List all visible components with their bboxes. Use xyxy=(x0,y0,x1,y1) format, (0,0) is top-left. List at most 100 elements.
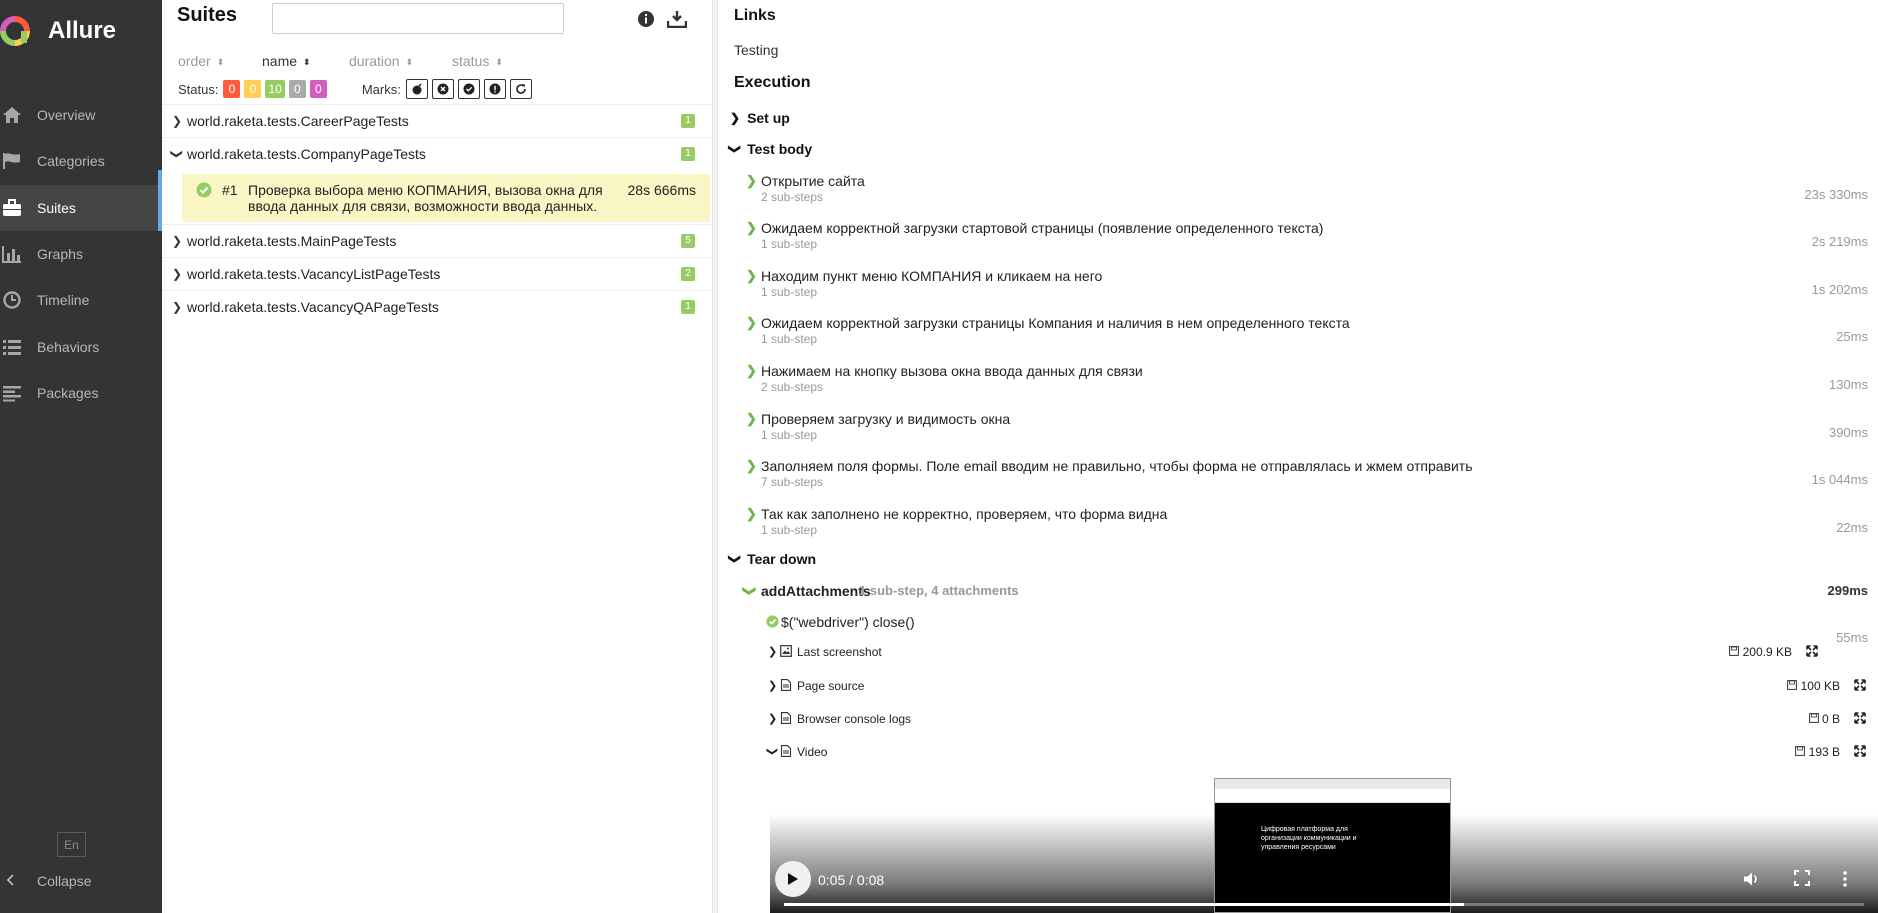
new-broken-mark-toggle[interactable] xyxy=(483,79,506,99)
more-options-icon[interactable] xyxy=(1842,870,1848,891)
sidebar-item-packages[interactable]: Packages xyxy=(0,370,162,416)
passed-count-badge: 1 xyxy=(681,114,695,128)
marks-filter-label: Marks: xyxy=(361,81,401,97)
sort-status-button[interactable]: status ⬍ xyxy=(452,53,503,69)
bar-chart-icon xyxy=(0,242,24,266)
list-icon xyxy=(0,335,24,359)
sorters-row: order ⬍ name ⬍ duration ⬍ status ⬍ xyxy=(162,53,712,71)
links-heading: Links xyxy=(734,7,776,24)
attachment-row[interactable]: ❯ Last screenshot 200.9 KB xyxy=(768,642,1868,662)
sidebar-item-timeline[interactable]: Timeline xyxy=(0,277,162,323)
substep-row[interactable]: $("webdriver") close() 55ms xyxy=(766,613,1868,645)
file-icon xyxy=(780,712,792,727)
status-failed-toggle[interactable]: 0 xyxy=(223,80,241,98)
status-skipped-toggle[interactable]: 0 xyxy=(288,80,306,98)
teardown-step-meta: 1 sub-step, 4 attachments xyxy=(859,583,1019,598)
step-row[interactable]: ❯ Заполняем поля формы. Поле email вводи… xyxy=(746,457,1868,503)
expand-icon[interactable] xyxy=(1854,679,1866,694)
sidebar-item-graphs[interactable]: Graphs xyxy=(0,231,162,277)
sidebar-item-behaviors[interactable]: Behaviors xyxy=(0,323,162,369)
sort-order-button[interactable]: order ⬍ xyxy=(178,53,224,69)
brand[interactable]: Allure xyxy=(0,0,162,62)
step-title: Так как заполнено не корректно, проверяе… xyxy=(761,506,1168,522)
attachment-name: Page source xyxy=(797,679,865,693)
home-icon xyxy=(0,103,24,127)
expand-icon[interactable] xyxy=(1806,645,1818,660)
tear-down-section[interactable]: ❯ Tear down xyxy=(728,551,816,567)
new-failed-mark-toggle[interactable] xyxy=(431,79,454,99)
step-row[interactable]: ❯ Нажимаем на кнопку вызова окна ввода д… xyxy=(746,362,1868,408)
attachment-size-value: 0 B xyxy=(1821,712,1840,726)
video-progress-bar[interactable] xyxy=(784,903,1864,906)
sidebar: Allure Overview Categories Suites Graphs xyxy=(0,0,162,913)
tree-group-row[interactable]: ❯ world.raketa.tests.CompanyPageTests 1 xyxy=(162,137,712,170)
thumb-browser-bar xyxy=(1215,779,1450,789)
exclamation-circle-icon xyxy=(489,83,501,95)
test-details-pane: Links Testing Execution ❯ Set up ❯ Test … xyxy=(718,0,1878,913)
chevron-right-icon: ❯ xyxy=(172,234,183,248)
chevron-right-icon: ❯ xyxy=(768,713,778,725)
tree-group-row[interactable]: ❯ world.raketa.tests.CareerPageTests 1 xyxy=(162,104,712,137)
expand-icon[interactable] xyxy=(1854,712,1866,727)
teardown-step-row[interactable]: ❯ addAttachments 1 sub-step, 4 attachmen… xyxy=(742,582,1868,606)
file-icon xyxy=(780,745,792,760)
setup-section[interactable]: ❯ Set up xyxy=(730,110,790,126)
step-row[interactable]: ❯ Открытие сайта 2 sub-steps 23s 330ms xyxy=(746,172,1868,218)
step-duration: 22ms xyxy=(1836,520,1868,535)
volume-icon[interactable] xyxy=(1742,870,1760,891)
step-row[interactable]: ❯ Находим пункт меню КОМПАНИЯ и кликаем … xyxy=(746,267,1868,313)
suites-tree: ❯ world.raketa.tests.CareerPageTests 1 ❯… xyxy=(158,104,712,323)
play-button[interactable] xyxy=(775,861,811,897)
flaky-mark-toggle[interactable] xyxy=(405,79,428,99)
attachment-row[interactable]: ❯ Video 193 B xyxy=(766,742,1868,762)
step-row[interactable]: ❯ Так как заполнено не корректно, провер… xyxy=(746,505,1868,551)
expand-icon[interactable] xyxy=(1854,745,1866,760)
attachment-size: 200.9 KB xyxy=(1729,645,1792,659)
status-broken-toggle[interactable]: 0 xyxy=(244,80,262,98)
attachment-row[interactable]: ❯ Browser console logs 0 B xyxy=(768,709,1868,729)
test-body-section[interactable]: ❯ Test body xyxy=(728,141,813,157)
collapse-button[interactable]: Collapse xyxy=(0,868,162,894)
status-unknown-toggle[interactable]: 0 xyxy=(309,80,327,98)
new-passed-mark-toggle[interactable] xyxy=(457,79,480,99)
step-row[interactable]: ❯ Ожидаем корректной загрузки страницы К… xyxy=(746,314,1868,360)
filters-row: Status: 0 0 10 0 0 Marks: xyxy=(178,79,536,99)
chevron-right-icon: ❯ xyxy=(172,114,183,128)
attachment-size: 193 B xyxy=(1795,745,1840,759)
info-icon[interactable] xyxy=(636,9,656,29)
attachment-size: 100 KB xyxy=(1787,679,1840,693)
test-case-row[interactable]: #1 Проверка выбора меню КОПМАНИЯ, вызова… xyxy=(158,170,712,224)
search-input[interactable] xyxy=(272,3,564,34)
image-icon xyxy=(780,645,792,660)
chevron-right-icon: ❯ xyxy=(746,315,757,330)
attachment-row[interactable]: ❯ Page source 100 KB xyxy=(768,676,1868,696)
status-passed-toggle[interactable]: 10 xyxy=(265,80,285,98)
fullscreen-icon[interactable] xyxy=(1794,870,1810,889)
sort-name-button[interactable]: name ⬍ xyxy=(262,53,311,69)
sort-duration-button[interactable]: duration ⬍ xyxy=(349,53,413,69)
chevron-right-icon: ❯ xyxy=(768,646,778,658)
tree-group-name: world.raketa.tests.VacancyListPageTests xyxy=(187,266,441,282)
test-body-label: Test body xyxy=(747,141,813,157)
testing-link[interactable]: Testing xyxy=(734,42,778,58)
chevron-right-icon: ❯ xyxy=(746,220,757,235)
step-title: Открытие сайта xyxy=(761,173,865,189)
sidebar-item-label: Suites xyxy=(37,199,76,216)
video-time: 0:05 / 0:08 xyxy=(818,872,885,888)
retries-mark-toggle[interactable] xyxy=(509,79,532,99)
step-title: Нажимаем на кнопку вызова окна ввода дан… xyxy=(761,363,1143,379)
step-row[interactable]: ❯ Ожидаем корректной загрузки стартовой … xyxy=(746,219,1868,265)
step-title: Ожидаем корректной загрузки страницы Ком… xyxy=(761,315,1350,331)
sidebar-item-overview[interactable]: Overview xyxy=(0,92,162,138)
sidebar-item-suites[interactable]: Suites xyxy=(0,184,162,232)
video-player[interactable]: Цифровая платформа для организации комму… xyxy=(770,764,1878,913)
tree-group-row[interactable]: ❯ world.raketa.tests.MainPageTests 5 xyxy=(162,224,712,257)
chevron-right-icon: ❯ xyxy=(768,680,778,692)
tree-group-row[interactable]: ❯ world.raketa.tests.VacancyListPageTest… xyxy=(162,257,712,290)
language-button[interactable]: En xyxy=(57,832,86,857)
tree-group-row[interactable]: ❯ world.raketa.tests.VacancyQAPageTests … xyxy=(162,290,712,323)
step-substeps: 2 sub-steps xyxy=(761,190,824,204)
sidebar-item-categories[interactable]: Categories xyxy=(0,138,162,184)
step-row[interactable]: ❯ Проверяем загрузку и видимость окна 1 … xyxy=(746,410,1868,456)
download-icon[interactable] xyxy=(667,9,687,29)
